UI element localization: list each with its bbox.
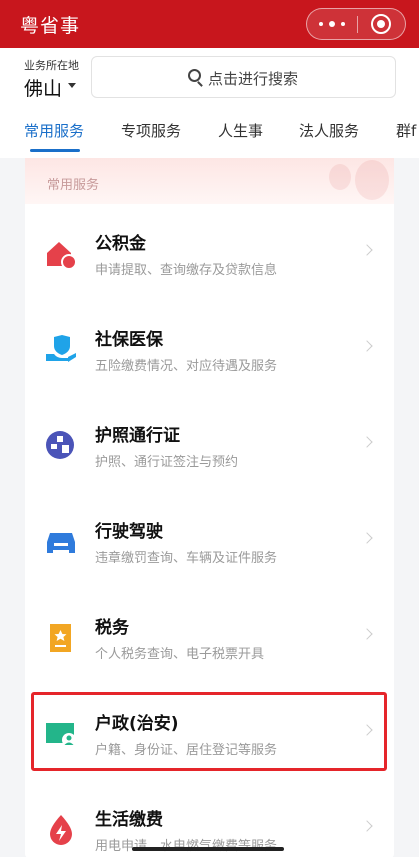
service-desc: 违章缴罚查询、车辆及证件服务 [95, 551, 278, 566]
tab-group[interactable]: 群f [396, 120, 416, 141]
service-name: 生活缴费 [95, 810, 163, 830]
home-indicator [132, 847, 284, 851]
chevron-right-icon [361, 532, 373, 544]
top-area: 业务所在地 佛山 点击进行搜索 常用服务 专项服务 人生事 法人服务 群f [0, 48, 419, 158]
service-item-social-medical-insurance[interactable]: 社保医保 五险缴费情况、对应待遇及服务 [25, 300, 394, 392]
service-item-utility-payment[interactable]: 生活缴费 用电申请、水电燃气缴费等服务 [25, 780, 394, 857]
tab-bar: 常用服务 专项服务 人生事 法人服务 群f [0, 108, 419, 152]
tab-common-services[interactable]: 常用服务 [24, 120, 84, 141]
service-desc: 用电申请、水电燃气缴费等服务 [95, 835, 277, 854]
search-placeholder: 点击进行搜索 [208, 70, 299, 88]
highlight-box [31, 692, 387, 771]
chevron-right-icon [361, 628, 373, 640]
service-item-passport[interactable]: 护照通行证 护照、通行证签注与预约 [25, 396, 394, 488]
panel-header: 常用服务 [25, 158, 394, 204]
chevron-right-icon [361, 436, 373, 448]
chevron-down-icon[interactable] [68, 83, 76, 88]
capsule-divider [357, 16, 358, 33]
search-box[interactable]: 点击进行搜索 [91, 56, 396, 98]
chevron-right-icon [361, 244, 373, 256]
service-name: 公积金 [95, 234, 146, 254]
service-desc: 护照、通行证签注与预约 [95, 455, 239, 470]
car-icon [45, 526, 77, 558]
lantern-icon [329, 164, 351, 190]
search-icon [188, 69, 201, 82]
location-city[interactable]: 佛山 [24, 74, 62, 101]
more-icon[interactable] [319, 16, 345, 32]
passport-icon [45, 430, 77, 462]
service-name: 行驶驾驶 [95, 522, 163, 542]
service-name: 护照通行证 [95, 426, 180, 446]
hand-shield-icon [45, 334, 77, 366]
location-label: 业务所在地 [24, 59, 79, 72]
mini-program-capsule[interactable] [306, 8, 406, 40]
service-name: 税务 [95, 618, 129, 638]
tax-doc-icon [45, 622, 77, 654]
chevron-right-icon [361, 820, 373, 832]
tab-legal-person-services[interactable]: 法人服务 [299, 120, 359, 141]
service-name: 社保医保 [95, 330, 163, 350]
close-icon[interactable] [371, 14, 391, 34]
app-header: 粤省事 [0, 0, 419, 48]
lantern-icon [355, 160, 389, 200]
service-desc: 个人税务查询、电子税票开具 [95, 647, 265, 662]
service-item-vehicle-driving[interactable]: 行驶驾驶 违章缴罚查询、车辆及证件服务 [25, 492, 394, 584]
app-title: 粤省事 [20, 15, 81, 37]
service-item-housing-fund[interactable]: 公积金 申请提取、查询缴存及贷款信息 [25, 204, 394, 296]
tab-special-services[interactable]: 专项服务 [121, 120, 181, 141]
tab-life-events[interactable]: 人生事 [218, 120, 263, 141]
panel-title: 常用服务 [47, 178, 100, 193]
service-item-tax[interactable]: 税务 个人税务查询、电子税票开具 [25, 588, 394, 680]
bolt-icon [45, 814, 77, 846]
house-icon [45, 238, 77, 270]
service-desc: 五险缴费情况、对应待遇及服务 [95, 359, 278, 374]
chevron-right-icon [361, 340, 373, 352]
service-desc: 申请提取、查询缴存及贷款信息 [95, 263, 278, 278]
active-tab-indicator [30, 149, 80, 152]
